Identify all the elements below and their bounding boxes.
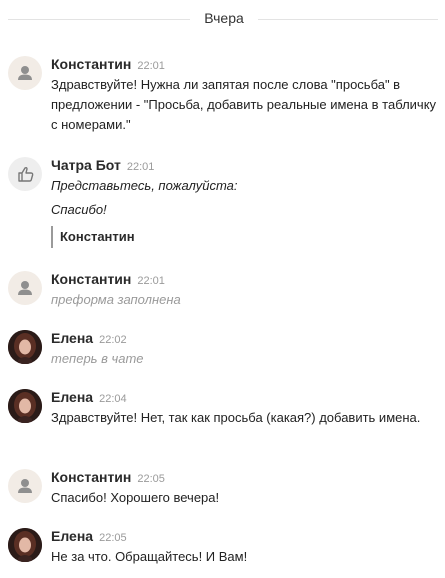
author-name: Елена: [51, 330, 94, 346]
message-header: Чатра Бот 22:01: [51, 156, 439, 174]
operator-avatar: [8, 389, 42, 423]
system-note: преформа заполнена: [51, 292, 181, 307]
chat-transcript: Вчера Константин 22:01 Здравствуйте! Нужн…: [0, 0, 445, 578]
message-time: 22:01: [137, 60, 165, 72]
message-body: Елена 22:04 Здравствуйте! Нет, так как пр…: [51, 388, 439, 428]
message-body: Чатра Бот 22:01 Представьтесь, пожалуйста…: [51, 156, 439, 248]
message-body: Константин 22:01 преформа заполнена: [51, 270, 439, 310]
message-header: Константин 22:01: [51, 270, 439, 288]
message-text: Спасибо! Хорошего вечера!: [51, 490, 220, 505]
separator-line-right: [258, 19, 438, 20]
operator-photo: [8, 330, 42, 364]
user-icon: [18, 479, 32, 493]
form-thanks: Спасибо!: [51, 202, 107, 217]
operator-avatar: [8, 330, 42, 364]
author-name: Константин: [51, 271, 132, 287]
message-time: 22:05: [137, 473, 165, 485]
message-text: Здравствуйте! Нужна ли запятая после сло…: [51, 77, 437, 132]
author-name: Константин: [51, 56, 132, 72]
author-name: Константин: [51, 469, 132, 485]
message-header: Константин 22:05: [51, 468, 439, 486]
message-time: 22:02: [99, 334, 127, 346]
message-time: 22:04: [99, 393, 127, 405]
bot-avatar: [8, 157, 42, 191]
operator-photo: [8, 528, 42, 562]
user-avatar: [8, 56, 42, 90]
thumbs-up-icon: [18, 166, 34, 182]
message-body: Константин 22:01 Здравствуйте! Нужна ли з…: [51, 55, 439, 135]
message-time: 22:01: [137, 275, 165, 287]
message-time: 22:05: [99, 532, 127, 544]
message-text: Здравствуйте! Нет, так как просьба (кака…: [51, 410, 421, 425]
message-header: Константин 22:01: [51, 55, 439, 73]
author-name: Елена: [51, 389, 94, 405]
user-icon: [18, 281, 32, 295]
system-note: теперь в чате: [51, 351, 144, 366]
form-reply: Константин: [51, 226, 439, 248]
separator-line-left: [8, 19, 190, 20]
message-header: Елена 22:04: [51, 388, 439, 406]
message-time: 22:01: [126, 161, 155, 173]
message-text: Не за что. Обращайтесь! И Вам!: [51, 549, 248, 564]
message-body: Константин 22:05 Спасибо! Хорошего вечера…: [51, 468, 439, 508]
operator-avatar: [8, 528, 42, 562]
user-avatar: [8, 271, 42, 305]
form-prompt: Представьтесь, пожалуйста:: [51, 178, 238, 193]
message-body: Елена 22:02 теперь в чате: [51, 329, 439, 369]
message-body: Елена 22:05 Не за что. Обращайтесь! И Вам…: [51, 527, 439, 567]
day-separator-label: Вчера: [204, 10, 244, 26]
day-separator: Вчера: [0, 8, 445, 30]
user-icon: [18, 66, 32, 80]
author-name: Чатра Бот: [51, 157, 121, 173]
author-name: Елена: [51, 528, 94, 544]
message-header: Елена 22:05: [51, 527, 439, 545]
operator-photo: [8, 389, 42, 423]
user-avatar: [8, 469, 42, 503]
message-header: Елена 22:02: [51, 329, 439, 347]
